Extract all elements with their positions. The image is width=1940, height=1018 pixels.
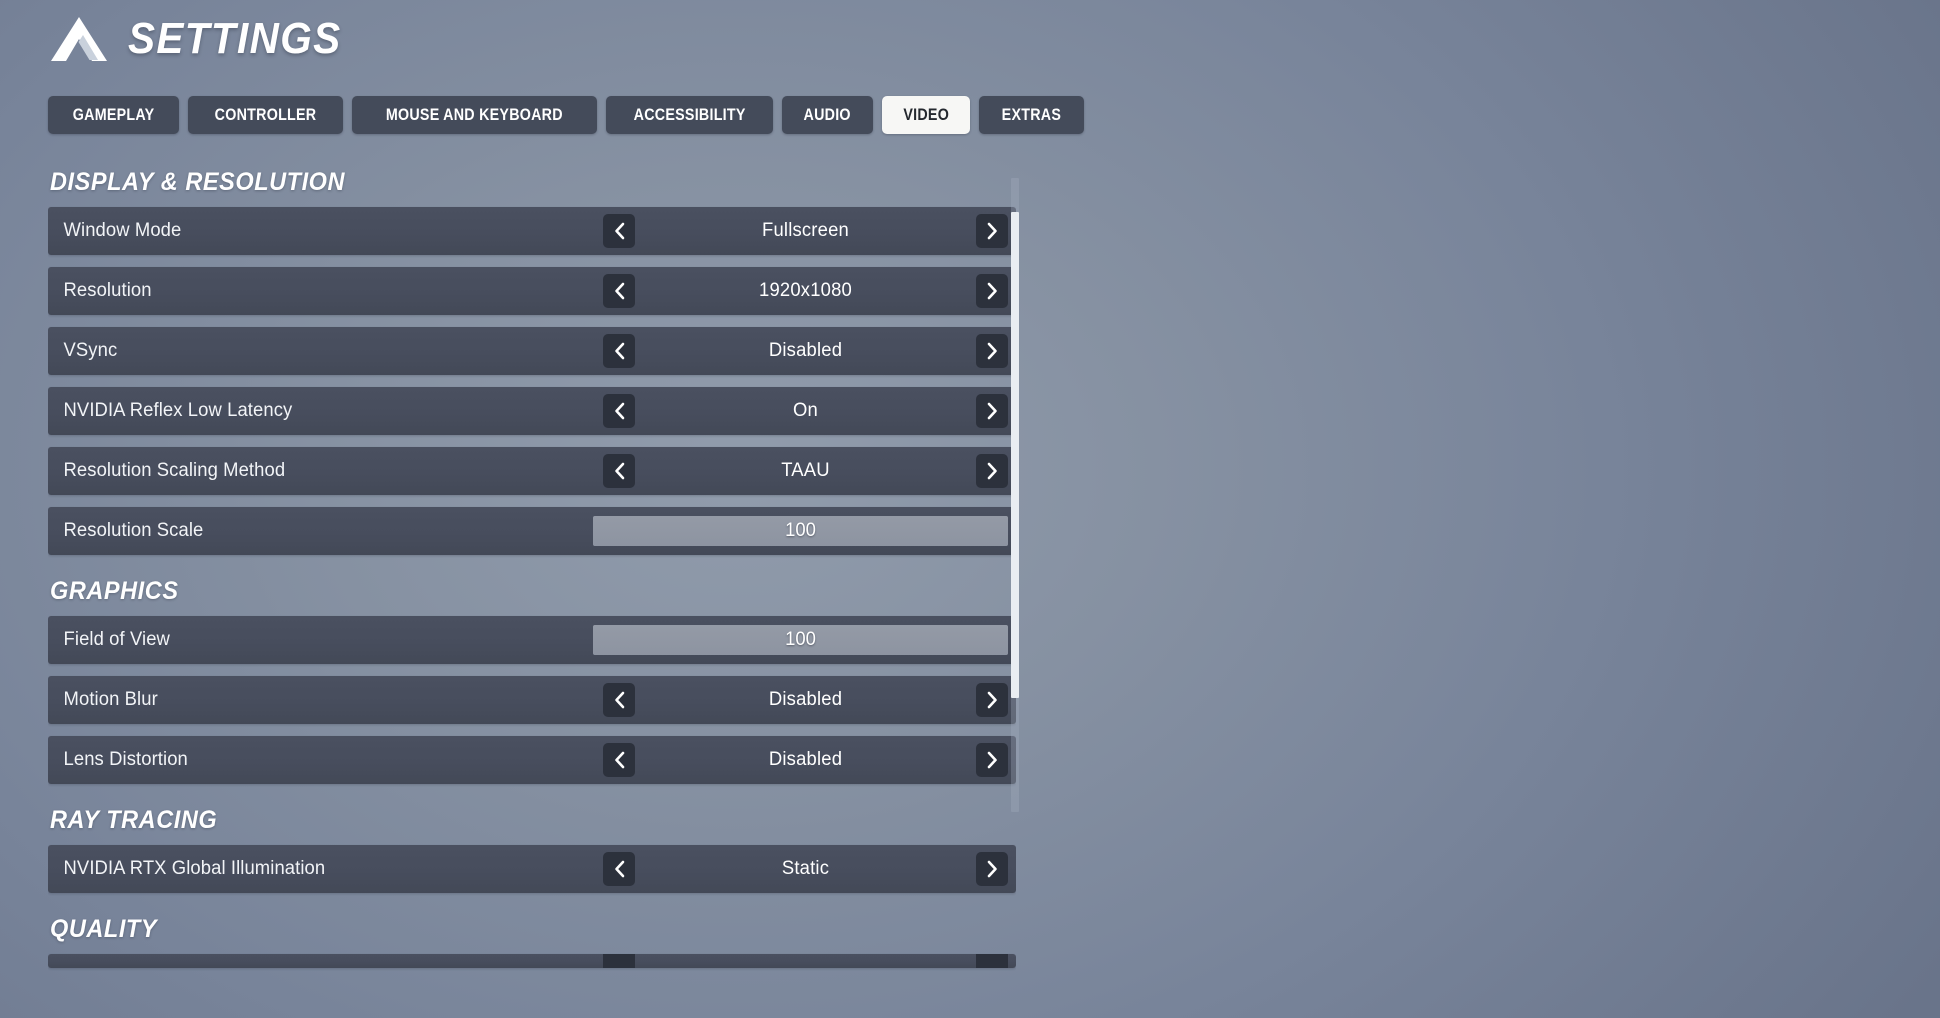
chevron-right-icon[interactable] [976,214,1008,248]
chevron-right-icon[interactable] [976,683,1008,717]
apex-triangle-logo-icon [48,15,110,63]
tab-accessibility[interactable]: ACCESSIBILITY [605,96,774,134]
settings-scrollbar-thumb[interactable] [1011,212,1019,698]
setting-label: Resolution Scale [63,520,204,541]
setting-label: Lens Distortion [63,749,188,770]
tab-controller[interactable]: CONTROLLER [188,96,344,134]
chevron-right-icon[interactable] [976,274,1008,308]
tab-label: VIDEO [902,105,949,124]
resolution-scale-slider[interactable]: 100 [593,516,1008,546]
setting-row-resolution-scaling-method[interactable]: Resolution Scaling Method TAAU [48,447,1016,495]
chevron-right-icon[interactable] [976,454,1008,488]
setting-value: Fullscreen [762,220,849,241]
settings-tab-bar: GAMEPLAY CONTROLLER MOUSE AND KEYBOARD A… [48,96,1084,134]
tab-label: CONTROLLER [214,105,317,124]
setting-row-nvidia-reflex-low-latency[interactable]: NVIDIA Reflex Low Latency On [48,387,1016,435]
setting-value: Disabled [768,340,843,361]
tab-label: MOUSE AND KEYBOARD [386,105,564,124]
settings-scrollbar-track[interactable] [1011,178,1019,812]
chevron-left-icon[interactable] [603,954,635,968]
tab-label: GAMEPLAY [72,105,155,124]
setting-label: VSync [63,340,118,361]
setting-value: Disabled [768,749,843,770]
chevron-left-icon[interactable] [603,454,635,488]
chevron-left-icon[interactable] [603,743,635,777]
setting-value: TAAU [781,460,830,481]
setting-value: 1920x1080 [759,280,852,301]
tab-audio[interactable]: AUDIO [782,96,873,134]
setting-label: Resolution Scaling Method [63,460,286,481]
chevron-left-icon[interactable] [603,852,635,886]
chevron-left-icon[interactable] [603,214,635,248]
slider-value: 100 [785,629,816,650]
chevron-right-icon[interactable] [976,743,1008,777]
setting-label: Resolution [63,280,152,301]
tab-label: AUDIO [803,105,851,124]
setting-row-partial-clipped[interactable] [48,954,1016,968]
setting-label: Window Mode [63,220,182,241]
setting-label: Motion Blur [63,689,158,710]
section-title-quality: QUALITY [50,915,158,943]
stepper-control: Disabled [603,327,1008,375]
setting-row-resolution-scale[interactable]: Resolution Scale 100 [48,507,1016,555]
setting-value: On [793,400,818,421]
chevron-left-icon[interactable] [603,394,635,428]
setting-row-window-mode[interactable]: Window Mode Fullscreen [48,207,1016,255]
tab-mouse-and-keyboard[interactable]: MOUSE AND KEYBOARD [352,96,597,134]
chevron-left-icon[interactable] [603,683,635,717]
setting-row-lens-distortion[interactable]: Lens Distortion Disabled [48,736,1016,784]
chevron-right-icon[interactable] [976,954,1008,968]
stepper-control: On [603,387,1008,435]
section-title-display-resolution: DISPLAY & RESOLUTION [50,168,346,196]
setting-value: Static [781,858,830,879]
tab-video[interactable]: VIDEO [881,96,970,134]
section-title-ray-tracing: RAY TRACING [50,806,218,834]
setting-row-nvidia-rtx-global-illumination[interactable]: NVIDIA RTX Global Illumination Static [48,845,1016,893]
stepper-control: 1920x1080 [603,267,1008,315]
setting-row-field-of-view[interactable]: Field of View 100 [48,616,1016,664]
setting-row-vsync[interactable]: VSync Disabled [48,327,1016,375]
page-title: SETTINGS [128,14,342,63]
stepper-control [603,954,1008,968]
tab-label: EXTRAS [1001,105,1062,124]
setting-label: NVIDIA RTX Global Illumination [63,858,326,879]
settings-list[interactable]: DISPLAY & RESOLUTION Window Mode Fullscr… [48,168,1016,1018]
chevron-right-icon[interactable] [976,334,1008,368]
chevron-right-icon[interactable] [976,394,1008,428]
setting-row-resolution[interactable]: Resolution 1920x1080 [48,267,1016,315]
chevron-right-icon[interactable] [976,852,1008,886]
tab-label: ACCESSIBILITY [633,105,746,124]
tab-gameplay[interactable]: GAMEPLAY [48,96,180,134]
stepper-control: TAAU [603,447,1008,495]
stepper-control: Disabled [603,676,1008,724]
setting-label: NVIDIA Reflex Low Latency [63,400,293,421]
chevron-left-icon[interactable] [603,334,635,368]
stepper-control: Disabled [603,736,1008,784]
field-of-view-slider[interactable]: 100 [593,625,1008,655]
setting-row-motion-blur[interactable]: Motion Blur Disabled [48,676,1016,724]
section-title-graphics: GRAPHICS [50,577,179,605]
stepper-control: Static [603,845,1008,893]
slider-value: 100 [785,520,816,541]
page-header: SETTINGS [48,14,360,64]
setting-value: Disabled [768,689,843,710]
stepper-control: Fullscreen [603,207,1008,255]
tab-extras[interactable]: EXTRAS [978,96,1084,134]
setting-label: Field of View [63,629,170,650]
chevron-left-icon[interactable] [603,274,635,308]
